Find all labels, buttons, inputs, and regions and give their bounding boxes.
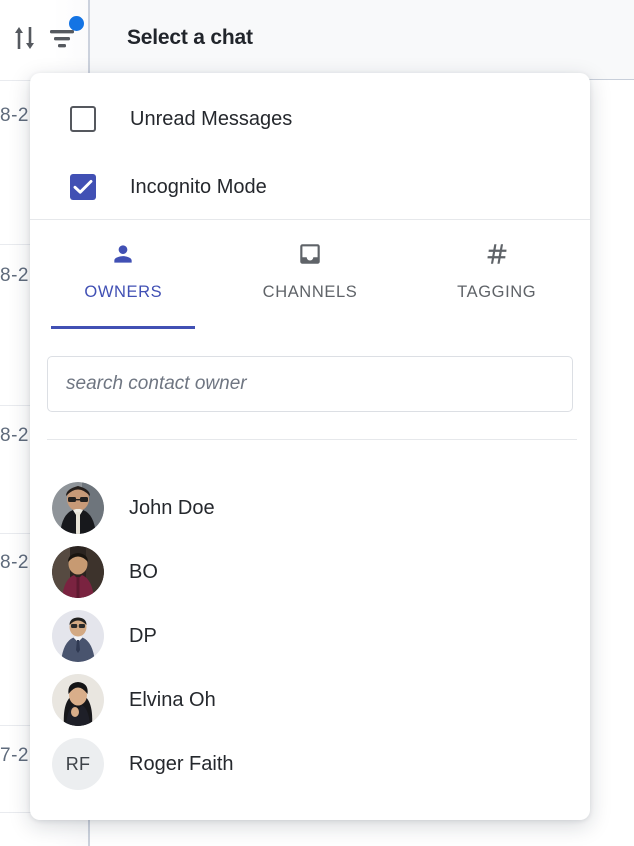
checkbox-row-incognito-mode[interactable]: Incognito Mode [30,163,590,211]
tab-owners[interactable]: OWNERS [30,231,217,329]
incognito-mode-checkbox[interactable] [70,174,96,200]
sort-arrows-icon[interactable] [12,23,38,53]
divider-below-search [47,439,577,440]
conversation-row-date: 8-2 [0,265,29,286]
conversation-row-date: 7-2 [0,745,29,766]
person-icon [110,239,136,269]
checkbox-row-unread-messages[interactable]: Unread Messages [30,95,590,143]
list-toolbar [6,16,86,62]
incognito-mode-label: Incognito Mode [130,175,267,198]
tab-channels[interactable]: CHANNELS [217,231,404,329]
tab-active-underline [51,326,196,329]
owner-name: John Doe [129,496,215,519]
owner-name: BO [129,560,158,583]
conversation-row-date: 8-2 [0,425,29,446]
owner-name: Elvina Oh [129,688,216,711]
unread-messages-checkbox[interactable] [70,106,96,132]
tab-owners-label: OWNERS [84,283,163,301]
avatar [52,482,104,534]
check-mark-icon [73,179,93,194]
avatar: RF [52,738,104,790]
filter-tab-bar[interactable]: OWNERS CHANNELS TAGGING [30,231,590,329]
unread-messages-label: Unread Messages [130,107,293,130]
inbox-icon [297,239,323,269]
avatar-initials: RF [52,738,104,790]
filter-active-badge [69,16,84,31]
owner-list-item[interactable]: Elvina Oh [30,668,590,732]
divider-below-checkboxes [30,219,590,220]
owner-search-wrapper[interactable] [47,356,573,412]
page-title: Select a chat [127,26,253,49]
hash-icon [484,239,510,269]
tab-channels-label: CHANNELS [262,283,358,301]
avatar [52,546,104,598]
owner-list-item[interactable]: DP [30,604,590,668]
owner-list-item[interactable]: RF Roger Faith [30,732,590,796]
owner-list-item[interactable]: John Doe [30,476,590,540]
avatar [52,610,104,662]
owner-name: Roger Faith [129,752,234,775]
owner-name: DP [129,624,157,647]
tab-tagging-label: TAGGING [457,283,537,301]
owner-list-item[interactable]: BO [30,540,590,604]
owner-list[interactable]: John Doe BO DP Elvina Oh RF Roger Faith [30,476,590,796]
conversation-row-date: 8-2 [0,105,29,126]
conversation-row-date: 8-2 [0,552,29,573]
tab-tagging[interactable]: TAGGING [403,231,590,329]
avatar [52,674,104,726]
filter-dropdown-panel[interactable]: Unread Messages Incognito Mode OWNERS CH… [30,73,590,820]
search-contact-owner-input[interactable] [47,356,573,412]
